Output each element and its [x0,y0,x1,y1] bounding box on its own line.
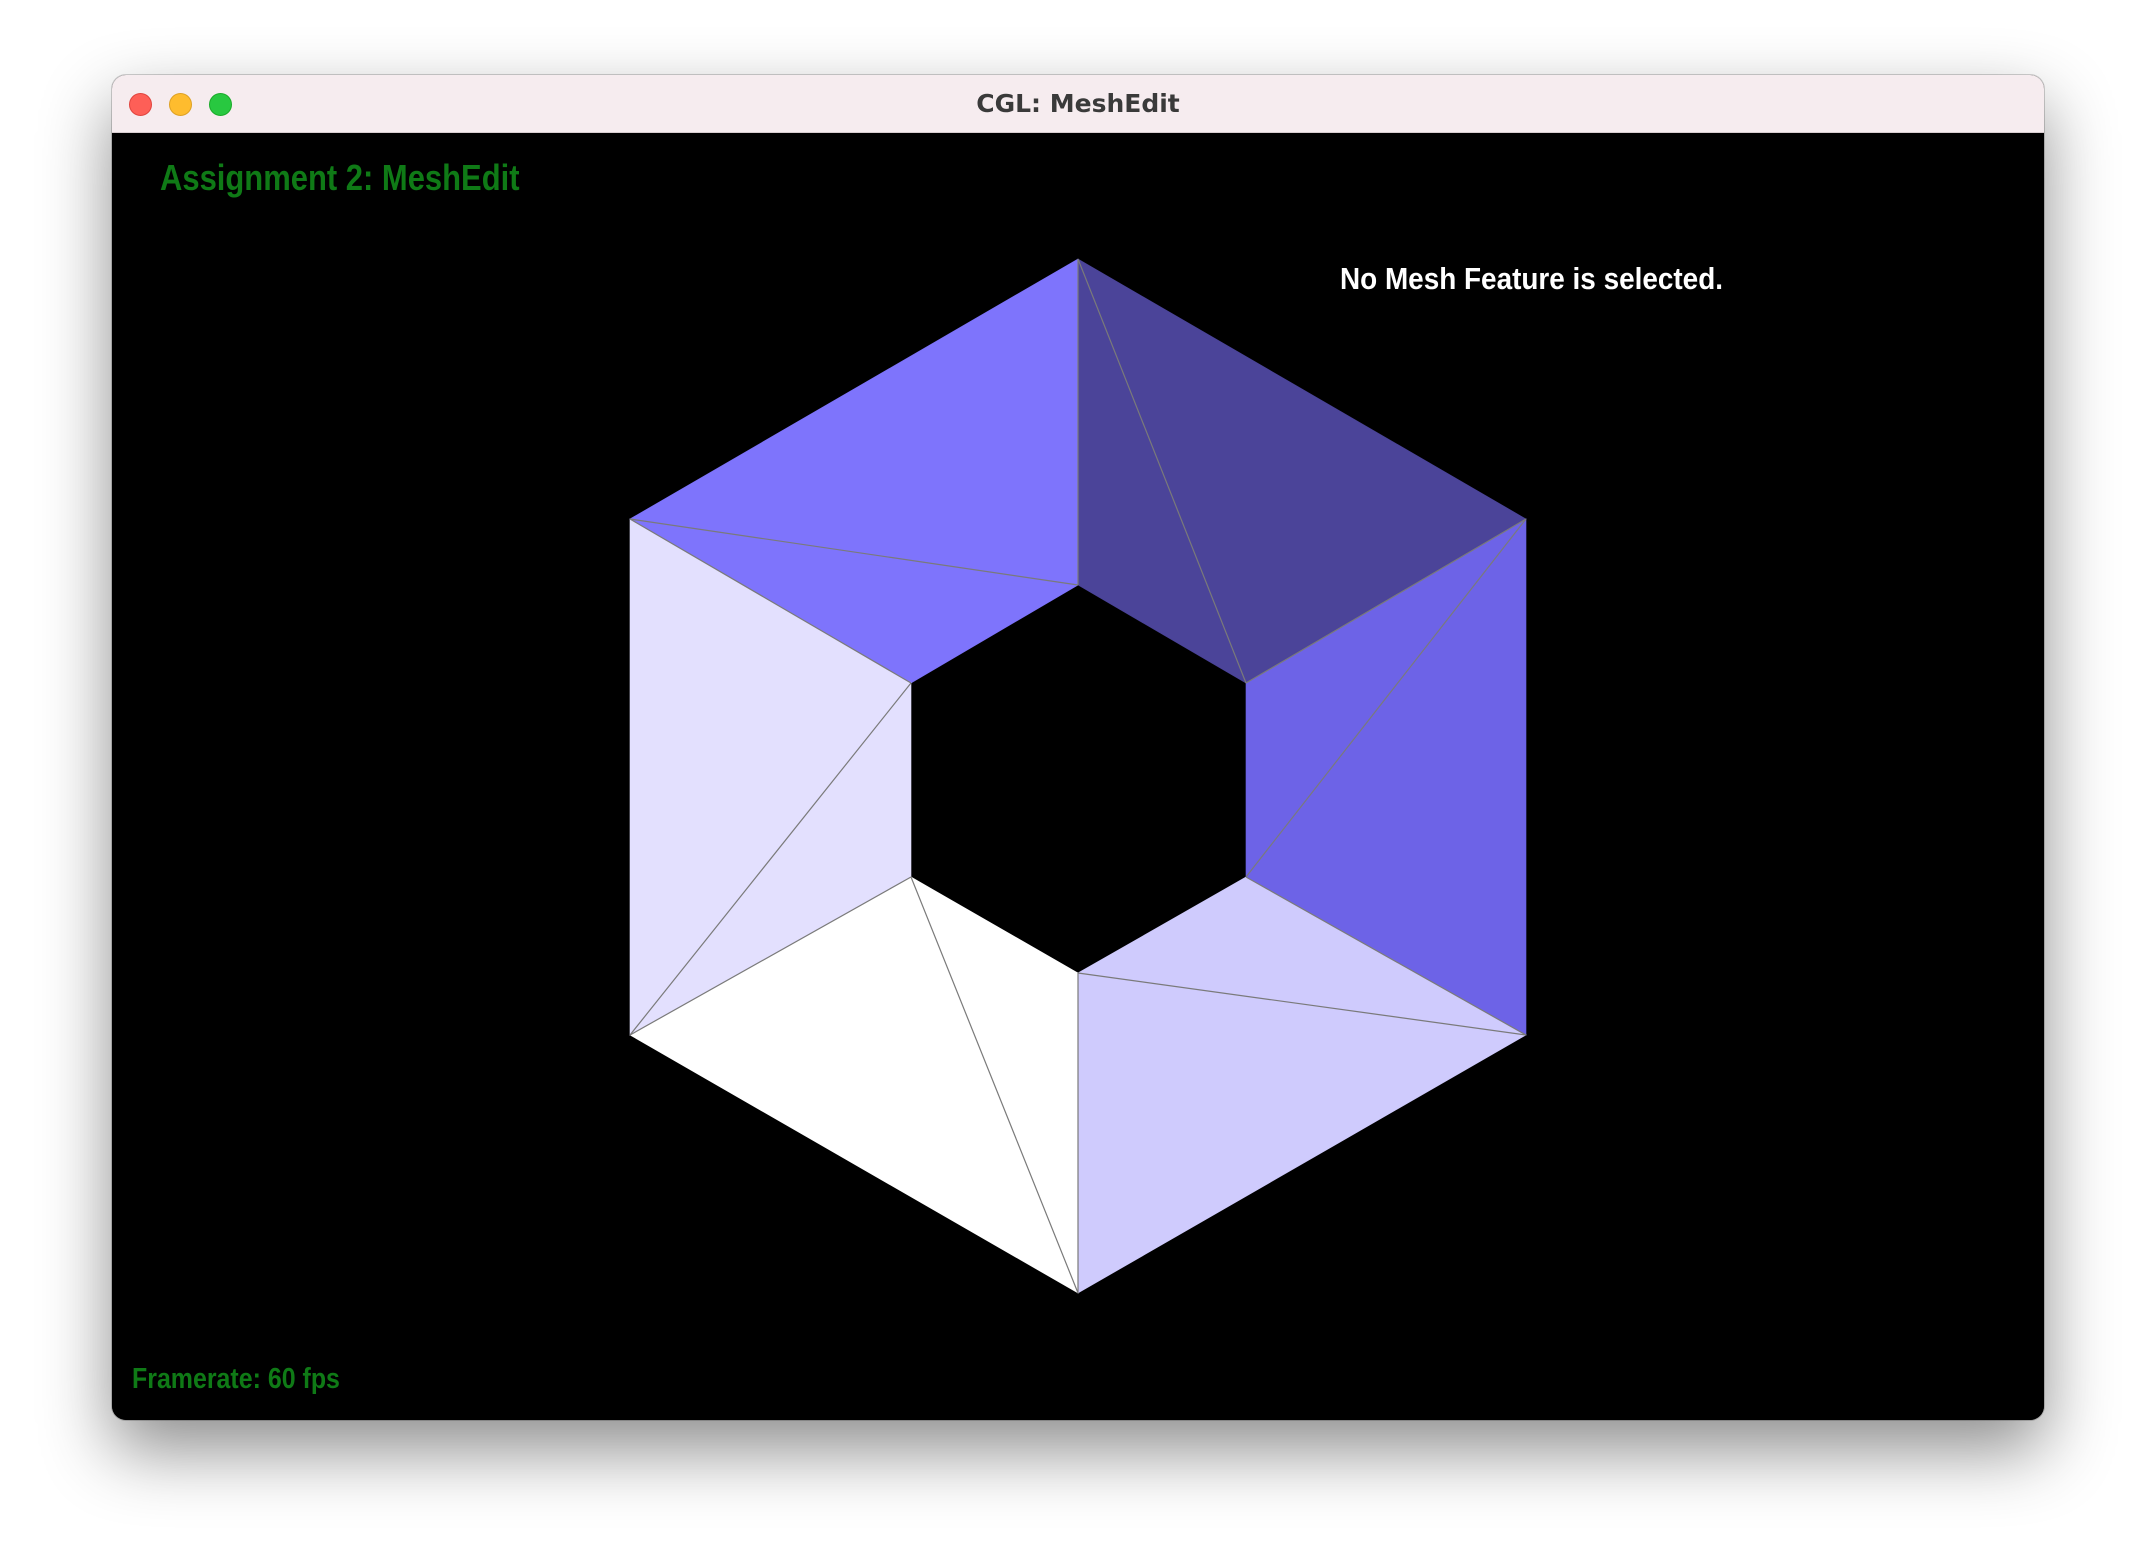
mesh-canvas[interactable] [112,133,2044,1420]
selection-status-text: No Mesh Feature is selected. [1340,261,1723,296]
assignment-heading: Assignment 2: MeshEdit [160,157,520,198]
framerate-readout: Framerate: 60 fps [132,1363,340,1395]
mesh-viewport[interactable]: Assignment 2: MeshEdit No Mesh Feature i… [112,133,2044,1420]
app-window: CGL: MeshEdit Assignment 2: MeshEdit No … [112,75,2044,1420]
window-title: CGL: MeshEdit [976,89,1180,118]
title-bar[interactable]: CGL: MeshEdit [112,75,2044,133]
